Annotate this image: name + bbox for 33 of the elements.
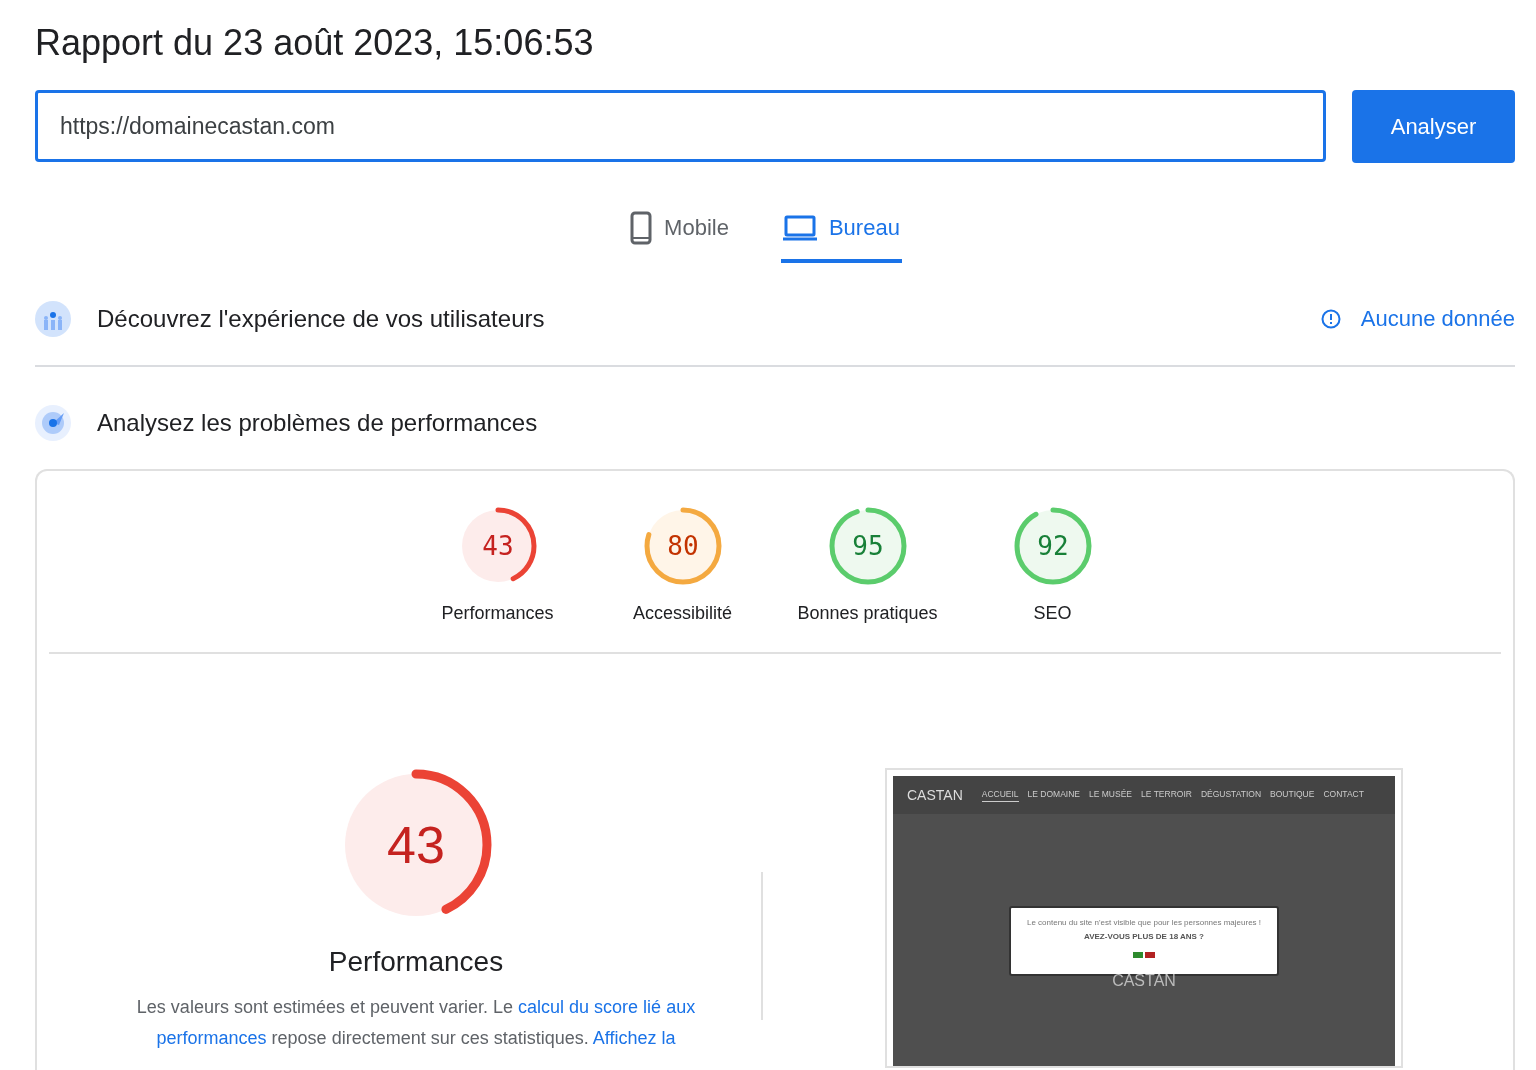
score-title: Performances — [328, 946, 504, 978]
score-label: Performances — [441, 603, 554, 624]
score-value: 95 — [851, 531, 884, 561]
hero-text: CASTAN — [1112, 972, 1176, 990]
description-link[interactable]: performances — [156, 1028, 267, 1048]
dialog-text: Le contenu du site n'est visible que pour les personnes majeures ! — [1026, 918, 1262, 927]
section-title: Analysez les problèmes de performances — [97, 409, 539, 437]
report-title: Rapport du 23 août 2023, 15:06:53 — [35, 21, 595, 65]
section-title: Découvrez l'expérience de vos utilisateurs — [97, 305, 546, 333]
score-value: 80 — [666, 531, 699, 561]
description-link[interactable]: Affichez la — [592, 1028, 676, 1048]
device-tab[interactable]: Mobile — [628, 203, 731, 263]
score-label: SEO — [1033, 603, 1072, 624]
score-value: 43 — [481, 531, 514, 561]
radar-icon — [35, 405, 71, 441]
score-label: Bonnes pratiques — [797, 603, 938, 624]
laptop-icon — [782, 215, 817, 241]
no-block — [1145, 952, 1155, 958]
analyze-button[interactable]: Analyser — [1352, 90, 1515, 163]
no-data-status: Aucune donnée — [1360, 306, 1515, 332]
device-tab[interactable]: Bureau — [780, 203, 902, 263]
url-input-field[interactable]: https://domainecastan.com — [35, 90, 1326, 162]
score-value: 92 — [1036, 531, 1069, 561]
score-label: Accessibilité — [632, 603, 732, 624]
score-description: Les valeurs sont estimées et peuvent varier. Le calcul du score lié aux performances repose directement sur ces statistiques. Affichez la — [135, 996, 697, 1050]
bar-chart-icon — [35, 301, 71, 337]
info-icon — [1320, 309, 1341, 329]
phone-icon — [630, 211, 653, 245]
site-logo: CASTAN — [907, 787, 963, 803]
dialog-question: AVEZ-VOUS PLUS DE 18 ANS ? — [1084, 932, 1204, 941]
yes-block — [1133, 952, 1143, 958]
description-link[interactable]: calcul du score lié aux — [518, 997, 696, 1017]
score-value: 43 — [387, 816, 445, 874]
